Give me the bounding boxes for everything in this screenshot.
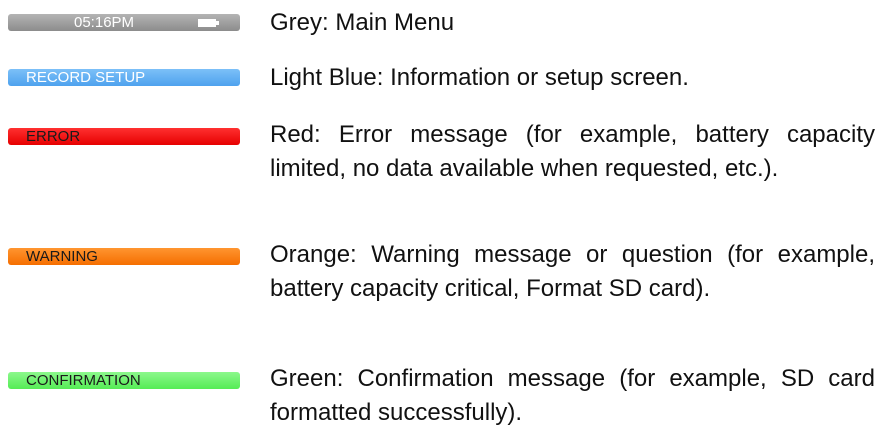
grey-description: Grey: Main Menu — [270, 9, 455, 36]
record-setup-label: RECORD SETUP — [26, 69, 146, 86]
error-label: ERROR — [26, 128, 81, 145]
red-description: Red: Error message (for example, battery… — [270, 121, 875, 182]
red-status-bar: ERROR — [8, 128, 240, 145]
confirmation-label: CONFIRMATION — [26, 372, 141, 389]
green-description: Green: Confirmation message (for example… — [270, 365, 875, 426]
orange-status-bar: WARNING — [8, 248, 240, 265]
blue-description: Light Blue: Information or setup screen. — [270, 64, 689, 91]
green-status-bar: CONFIRMATION — [8, 372, 240, 389]
grey-status-bar: 05:16PM — [8, 14, 240, 31]
battery-icon — [198, 19, 219, 27]
orange-description: Orange: Warning message or question (for… — [270, 241, 875, 302]
warning-label: WARNING — [26, 248, 98, 265]
blue-status-bar: RECORD SETUP — [8, 69, 240, 86]
status-bar-time: 05:16PM — [74, 14, 135, 31]
